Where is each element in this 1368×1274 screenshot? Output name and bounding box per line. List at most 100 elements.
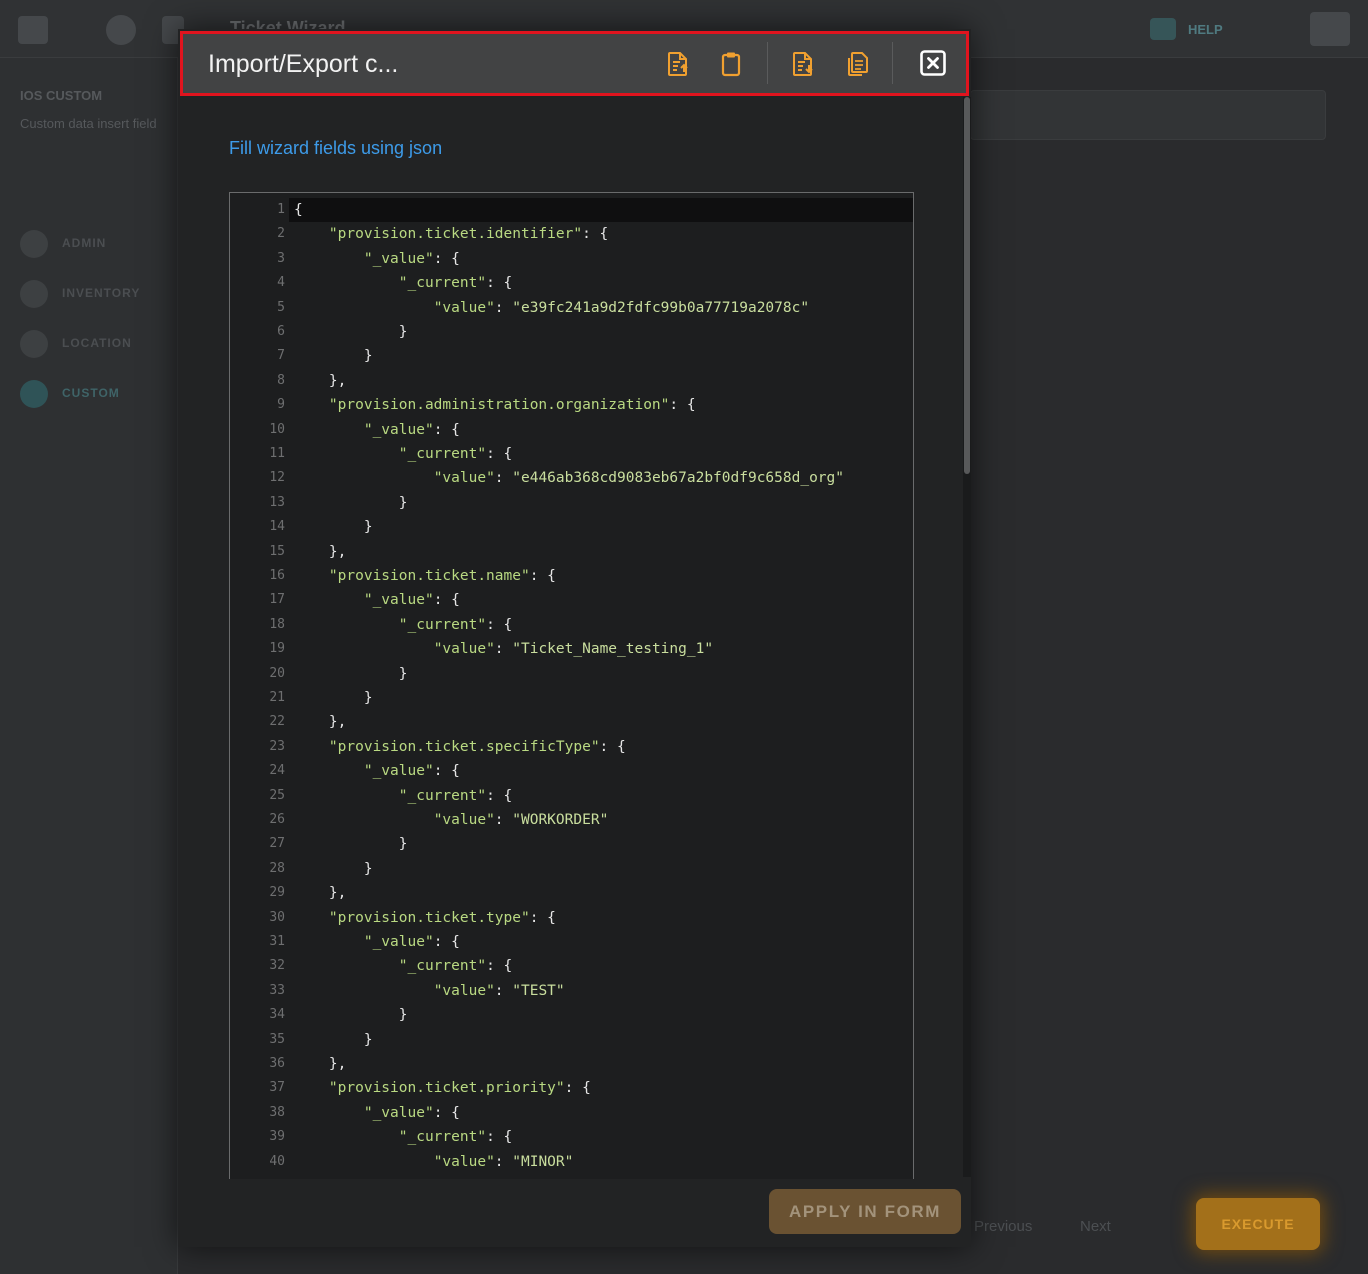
code-line: 3 "_value": { (230, 247, 913, 271)
code-line: 12 "value": "e446ab368cd9083eb67a2bf0df9… (230, 466, 913, 490)
code-text: "provision.ticket.identifier": { (328, 226, 609, 243)
code-line: 6 } (230, 320, 913, 344)
code-line: 8 }, (230, 369, 913, 393)
code-line: 7 } (230, 344, 913, 368)
line-number: 6 (277, 324, 285, 339)
apply-in-form-button[interactable]: APPLY IN FORM (769, 1189, 961, 1234)
code-line: 11 "_current": { (230, 442, 913, 466)
code-line: 10 "_value": { (230, 418, 913, 442)
line-number: 39 (269, 1129, 285, 1145)
line-number: 1 (277, 202, 285, 217)
code-line: 13 } (230, 491, 913, 515)
line-number: 9 (277, 397, 285, 413)
code-text: "provision.ticket.specificType": { (328, 738, 626, 755)
code-line: 4 "_current": { (230, 271, 913, 295)
line-number: 33 (269, 982, 285, 998)
code-text: "_value": { (363, 592, 460, 609)
dialog-header: Import/Export c... (180, 31, 969, 96)
paste-clipboard-button[interactable] (716, 49, 746, 79)
line-number: 40 (269, 1153, 285, 1169)
code-line: 5 "value": "e39fc241a9d2fdfc99b0a77719a2… (230, 296, 913, 320)
nav-item-custom: CUSTOM (20, 378, 180, 408)
code-line: 29 }, (230, 881, 913, 905)
code-line: 37 "provision.ticket.priority": { (230, 1076, 913, 1100)
nav-icon (20, 380, 48, 408)
code-line: 21 } (230, 686, 913, 710)
line-number: 30 (269, 909, 285, 925)
code-text: "value": "Ticket_Name_testing_1" (433, 641, 714, 658)
code-text: "value": "e39fc241a9d2fdfc99b0a77719a207… (433, 299, 810, 316)
nav-icon (20, 280, 48, 308)
close-icon (920, 50, 946, 76)
close-button[interactable] (917, 47, 949, 79)
code-text: "value": "MINOR" (433, 1153, 574, 1170)
sidebar-title: IOS CUSTOM (20, 88, 103, 103)
nav-label: LOCATION (62, 336, 132, 350)
code-text: "_current": { (398, 446, 513, 462)
file-download-icon (793, 52, 813, 76)
scrollbar-thumb[interactable] (964, 97, 970, 474)
code-text: { (294, 202, 303, 218)
nav-item-admin: ADMIN (20, 228, 180, 258)
code-line: 34 } (230, 1003, 913, 1027)
code-text: } (294, 494, 408, 511)
line-number: 21 (269, 690, 285, 705)
code-text: } (294, 860, 373, 877)
code-line: 19 "value": "Ticket_Name_testing_1" (230, 637, 913, 661)
line-number: 27 (269, 836, 285, 852)
line-number: 19 (269, 641, 285, 657)
line-number: 24 (269, 763, 285, 779)
code-text: "_current": { (398, 787, 513, 804)
line-number: 11 (269, 446, 285, 461)
nav-label: ADMIN (62, 236, 107, 250)
line-number: 20 (269, 665, 285, 681)
menu-icon (18, 16, 48, 44)
code-line: 14 } (230, 515, 913, 539)
dialog-scrollbar[interactable] (963, 97, 971, 1177)
export-file-button[interactable] (788, 49, 818, 79)
code-text: "_value": { (363, 1104, 460, 1121)
code-line: 15 }, (230, 540, 913, 564)
code-text: } (294, 836, 408, 853)
code-text: } (294, 690, 373, 706)
nav-icon (20, 330, 48, 358)
code-text: } (294, 324, 408, 340)
import-file-button[interactable] (663, 49, 693, 79)
code-text: } (294, 1031, 373, 1048)
code-text: "provision.ticket.priority": { (328, 1080, 591, 1097)
code-line: 32 "_current": { (230, 954, 913, 978)
line-number: 8 (277, 372, 285, 388)
line-number: 37 (269, 1080, 285, 1096)
line-number: 35 (269, 1031, 285, 1047)
code-text: "value": "e446ab368cd9083eb67a2bf0df9c65… (433, 470, 844, 487)
line-number: 10 (269, 421, 285, 437)
code-line: 23 "provision.ticket.specificType": { (230, 735, 913, 759)
code-line: 28 } (230, 857, 913, 881)
code-line: 2 "provision.ticket.identifier": { (230, 222, 913, 246)
line-number: 4 (277, 275, 285, 291)
line-number: 38 (269, 1104, 285, 1120)
code-line: 22 }, (230, 710, 913, 734)
code-line: 18 "_current": { (230, 613, 913, 637)
code-text: }, (294, 372, 347, 389)
json-editor[interactable]: 1{2 "provision.ticket.identifier": {3 "_… (229, 192, 914, 1179)
code-line: 30 "provision.ticket.type": { (230, 906, 913, 930)
code-line: 16 "provision.ticket.name": { (230, 564, 913, 588)
code-text: } (294, 1007, 408, 1024)
dialog-title: Import/Export c... (208, 50, 399, 78)
code-line: 39 "_current": { (230, 1125, 913, 1149)
header-divider (767, 42, 768, 84)
code-line: 38 "_value": { (230, 1101, 913, 1125)
code-line: 1{ (230, 198, 913, 222)
code-line: 40 "value": "MINOR" (230, 1150, 913, 1174)
copy-button[interactable] (842, 49, 872, 79)
line-number: 28 (269, 860, 285, 876)
header-divider (892, 42, 893, 84)
code-line: 26 "value": "WORKORDER" (230, 808, 913, 832)
code-line: 20 } (230, 662, 913, 686)
user-icon (1310, 12, 1350, 46)
code-text: } (294, 348, 373, 365)
line-number: 12 (269, 470, 285, 486)
code-line: 24 "_value": { (230, 759, 913, 783)
line-number: 31 (269, 934, 285, 949)
